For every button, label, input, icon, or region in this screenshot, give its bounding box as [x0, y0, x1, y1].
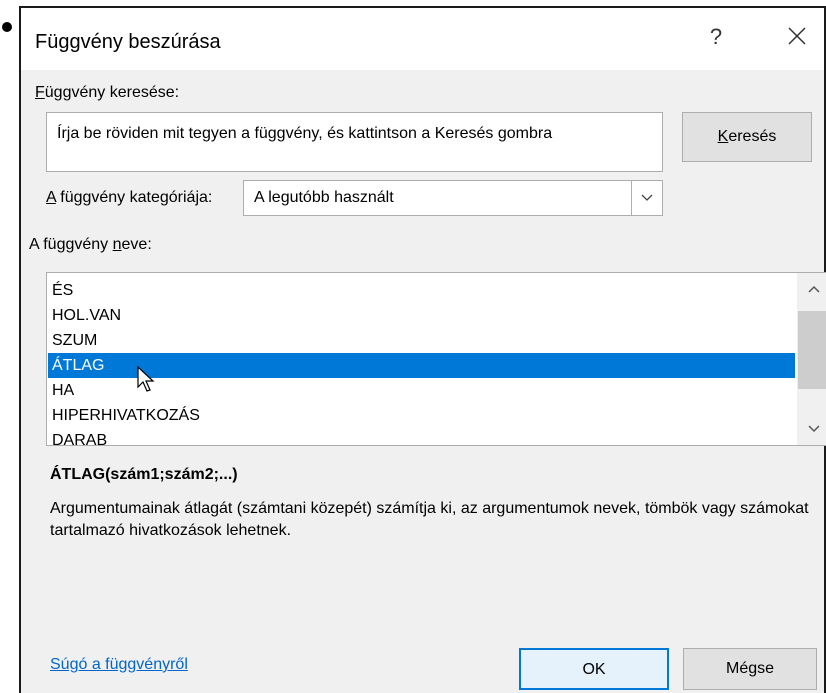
ok-button[interactable]: OK	[519, 648, 669, 690]
list-item[interactable]: DARAB	[48, 428, 795, 445]
help-button[interactable]: ?	[701, 22, 731, 52]
function-description: Argumentumainak átlagát (számtani közepé…	[50, 500, 809, 539]
scroll-up-button[interactable]	[797, 273, 826, 305]
list-item[interactable]: ÉS	[48, 278, 795, 303]
search-button[interactable]: Keresés	[682, 112, 812, 162]
list-item[interactable]: SZUM	[48, 328, 795, 353]
help-link[interactable]: Súgó a függvényről	[50, 656, 188, 674]
insert-function-dialog: Függvény beszúrása ? Függvény keresése: …	[19, 6, 826, 693]
search-input[interactable]: Írja be röviden mit tegyen a függvény, é…	[46, 112, 663, 172]
mouse-cursor-icon	[137, 366, 155, 392]
cancel-button[interactable]: Mégse	[683, 648, 817, 690]
chevron-down-icon	[641, 194, 653, 201]
function-signature: ÁTLAG(szám1;szám2;...)	[50, 466, 238, 483]
list-item[interactable]: HA	[48, 378, 795, 403]
scroll-thumb[interactable]	[798, 311, 826, 389]
close-icon	[788, 27, 806, 45]
scroll-down-button[interactable]	[797, 413, 826, 445]
dialog-title: Függvény beszúrása	[35, 31, 221, 53]
category-selected-value: A legutóbb használt	[254, 189, 394, 206]
function-list[interactable]: ÉS HOL.VAN SZUM ÁTLAG HA HIPERHIVATKOZÁS…	[46, 272, 826, 446]
chevron-down-icon	[808, 425, 820, 433]
close-button[interactable]	[781, 20, 813, 52]
list-item[interactable]: HIPERHIVATKOZÁS	[48, 403, 795, 428]
category-label: A függvény kategóriája:	[46, 189, 213, 206]
bullet-dot	[2, 22, 12, 32]
list-item-selected[interactable]: ÁTLAG	[48, 353, 795, 378]
function-name-label: A függvény neve:	[29, 236, 152, 253]
title-bar: Függvény beszúrása ?	[21, 8, 824, 70]
list-item[interactable]: HOL.VAN	[48, 303, 795, 328]
chevron-up-icon	[808, 285, 820, 293]
list-scrollbar[interactable]	[797, 273, 826, 445]
search-label: Függvény keresése:	[35, 84, 180, 101]
category-select[interactable]: A legutóbb használt	[243, 180, 663, 216]
category-dropdown-button[interactable]	[631, 181, 662, 215]
